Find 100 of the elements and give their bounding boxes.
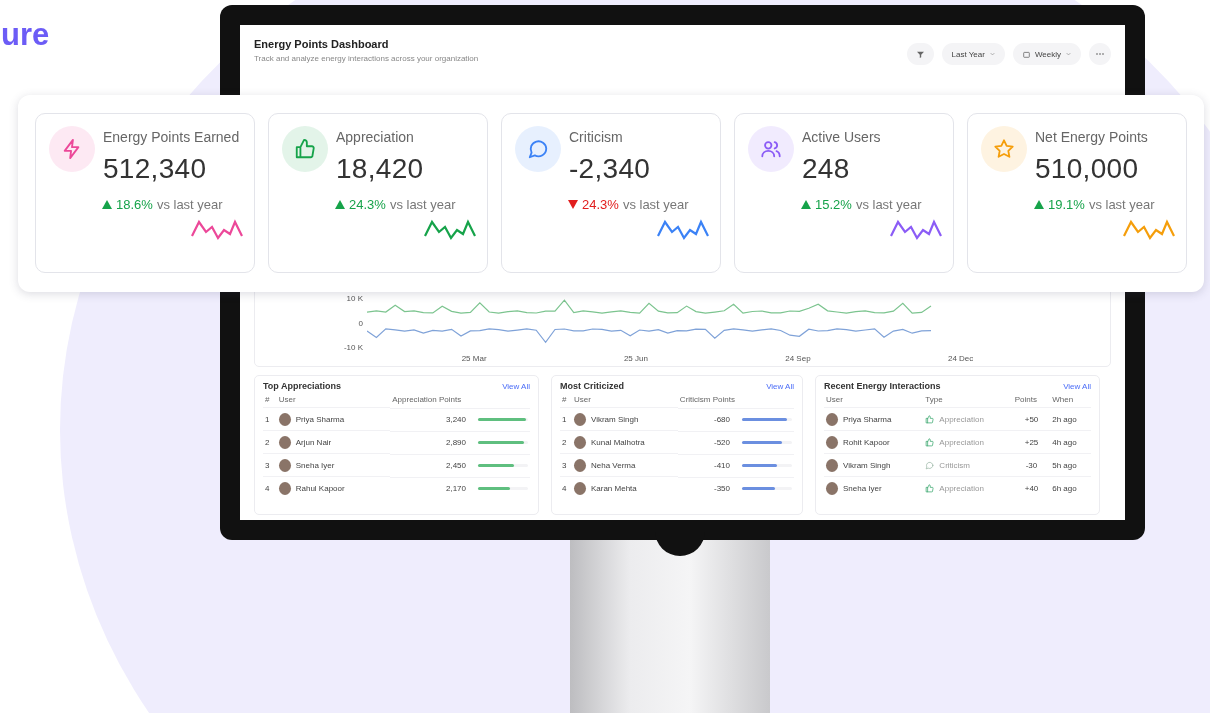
stat-value: 248 — [802, 153, 851, 185]
points-value: 3,240 — [445, 415, 466, 424]
column-header: User — [276, 394, 391, 408]
rank-cell: 3 — [560, 453, 572, 477]
points-value: -410 — [714, 461, 730, 470]
rank-cell: 2 — [263, 430, 277, 454]
change-caption: vs last year — [156, 197, 223, 212]
filter-icon — [916, 50, 924, 58]
user-name: Vikram Singh — [590, 414, 639, 424]
time-ago: 2h ago — [1050, 407, 1091, 431]
avatar — [826, 412, 838, 426]
dashboard-subtitle: Track and analyze energy interactions across your organization — [254, 54, 479, 63]
user-name: Priya Sharma — [295, 414, 345, 424]
axis-label: 25 Mar — [461, 354, 487, 363]
interaction-type: Appreciation — [939, 414, 984, 424]
column-header: When — [1050, 394, 1091, 408]
rank-cell: 3 — [263, 453, 277, 477]
rank-cell: 1 — [560, 407, 572, 431]
column-header: # — [560, 394, 572, 408]
change-percent: 24.3% — [349, 197, 386, 212]
stat-label: Criticism — [569, 129, 624, 145]
column-header: # — [263, 394, 277, 408]
avatar — [573, 435, 586, 449]
filter-button[interactable] — [906, 43, 934, 65]
points-value: 2,170 — [445, 484, 466, 493]
view-all-link[interactable]: View All — [766, 381, 794, 391]
change-percent: 24.3% — [582, 197, 619, 212]
avatar — [278, 481, 291, 495]
user-name: Rahul Kapoor — [295, 483, 345, 493]
user-name: Priya Sharma — [843, 414, 892, 424]
view-all-link[interactable]: View All — [1063, 381, 1091, 391]
avatar — [826, 481, 838, 495]
change-percent: 15.2% — [815, 197, 852, 212]
interaction-type: Appreciation — [939, 483, 984, 493]
points-value: +50 — [1012, 407, 1051, 431]
dashboard-title: Energy Points Dashboard — [254, 38, 390, 50]
axis-label: 24 Dec — [947, 354, 974, 363]
points-value: -520 — [714, 438, 730, 447]
column-header: Points — [1012, 394, 1051, 408]
interaction-type: Criticism — [939, 460, 971, 470]
change-caption: vs last year — [1088, 197, 1155, 212]
axis-label: 10 K — [346, 294, 363, 303]
panel-title: Recent Energy Interactions — [824, 381, 941, 391]
view-all-link[interactable]: View All — [502, 381, 530, 391]
panel-title: Top Appreciations — [263, 381, 341, 391]
column-header: User — [824, 394, 924, 408]
user-name: Sneha Iyer — [295, 460, 335, 470]
user-name: Kunal Malhotra — [590, 437, 645, 447]
points-value: +25 — [1012, 430, 1051, 454]
avatar — [573, 458, 586, 472]
avatar — [826, 435, 838, 449]
change-percent: 19.1% — [1048, 197, 1085, 212]
avatar — [278, 435, 291, 449]
section-heading: ure — [0, 19, 51, 50]
time-ago: 6h ago — [1050, 476, 1091, 499]
rank-cell: 4 — [560, 476, 572, 500]
axis-label: 24 Sep — [785, 354, 811, 363]
stat-value: 510,000 — [1035, 153, 1140, 185]
stat-label: Net Energy Points — [1035, 129, 1148, 145]
change-percent: 18.6% — [116, 197, 153, 212]
points-value: -30 — [1012, 453, 1051, 477]
more-button[interactable] — [1089, 43, 1111, 65]
rank-cell: 4 — [263, 476, 277, 500]
avatar — [573, 412, 586, 426]
user-name: Vikram Singh — [843, 460, 891, 470]
column-header: Appreciation Points — [390, 394, 530, 408]
user-name: Sneha Iyer — [843, 483, 882, 493]
column-header: Type — [923, 394, 1013, 408]
rank-cell: 1 — [263, 407, 277, 431]
stat-value: 512,340 — [103, 153, 208, 185]
points-value: +40 — [1012, 476, 1051, 499]
user-name: Rohit Kapoor — [843, 437, 890, 447]
axis-label: 25 Jun — [623, 354, 648, 363]
stat-value: 18,420 — [336, 153, 424, 185]
change-caption: vs last year — [389, 197, 456, 212]
avatar — [278, 458, 291, 472]
stat-label: Active Users — [802, 129, 881, 145]
stat-label: Appreciation — [336, 129, 415, 145]
chevron-icon — [989, 52, 995, 56]
points-value: 2,450 — [445, 461, 466, 470]
period-dropdown[interactable]: Last Year — [941, 43, 1005, 65]
column-header: Criticism Points — [677, 394, 794, 408]
change-caption: vs last year — [855, 197, 922, 212]
column-header: User — [571, 394, 678, 408]
calendar-icon — [1022, 50, 1030, 58]
time-ago: 4h ago — [1050, 430, 1091, 454]
points-value: -350 — [714, 484, 730, 493]
stat-label: Energy Points Earned — [103, 129, 240, 145]
axis-label: -10 K — [343, 343, 363, 352]
points-value: 2,890 — [445, 438, 466, 447]
rank-cell: 2 — [560, 430, 572, 454]
axis-label: 0 — [358, 318, 363, 328]
chevron-icon — [1066, 52, 1071, 56]
interval-dropdown[interactable]: Weekly — [1012, 43, 1081, 65]
user-name: Neha Verma — [590, 460, 636, 470]
time-ago: 5h ago — [1050, 453, 1091, 477]
avatar — [826, 458, 838, 472]
user-name: Karan Mehta — [590, 483, 637, 493]
user-name: Arjun Nair — [295, 437, 332, 447]
stat-value: -2,340 — [569, 153, 651, 185]
